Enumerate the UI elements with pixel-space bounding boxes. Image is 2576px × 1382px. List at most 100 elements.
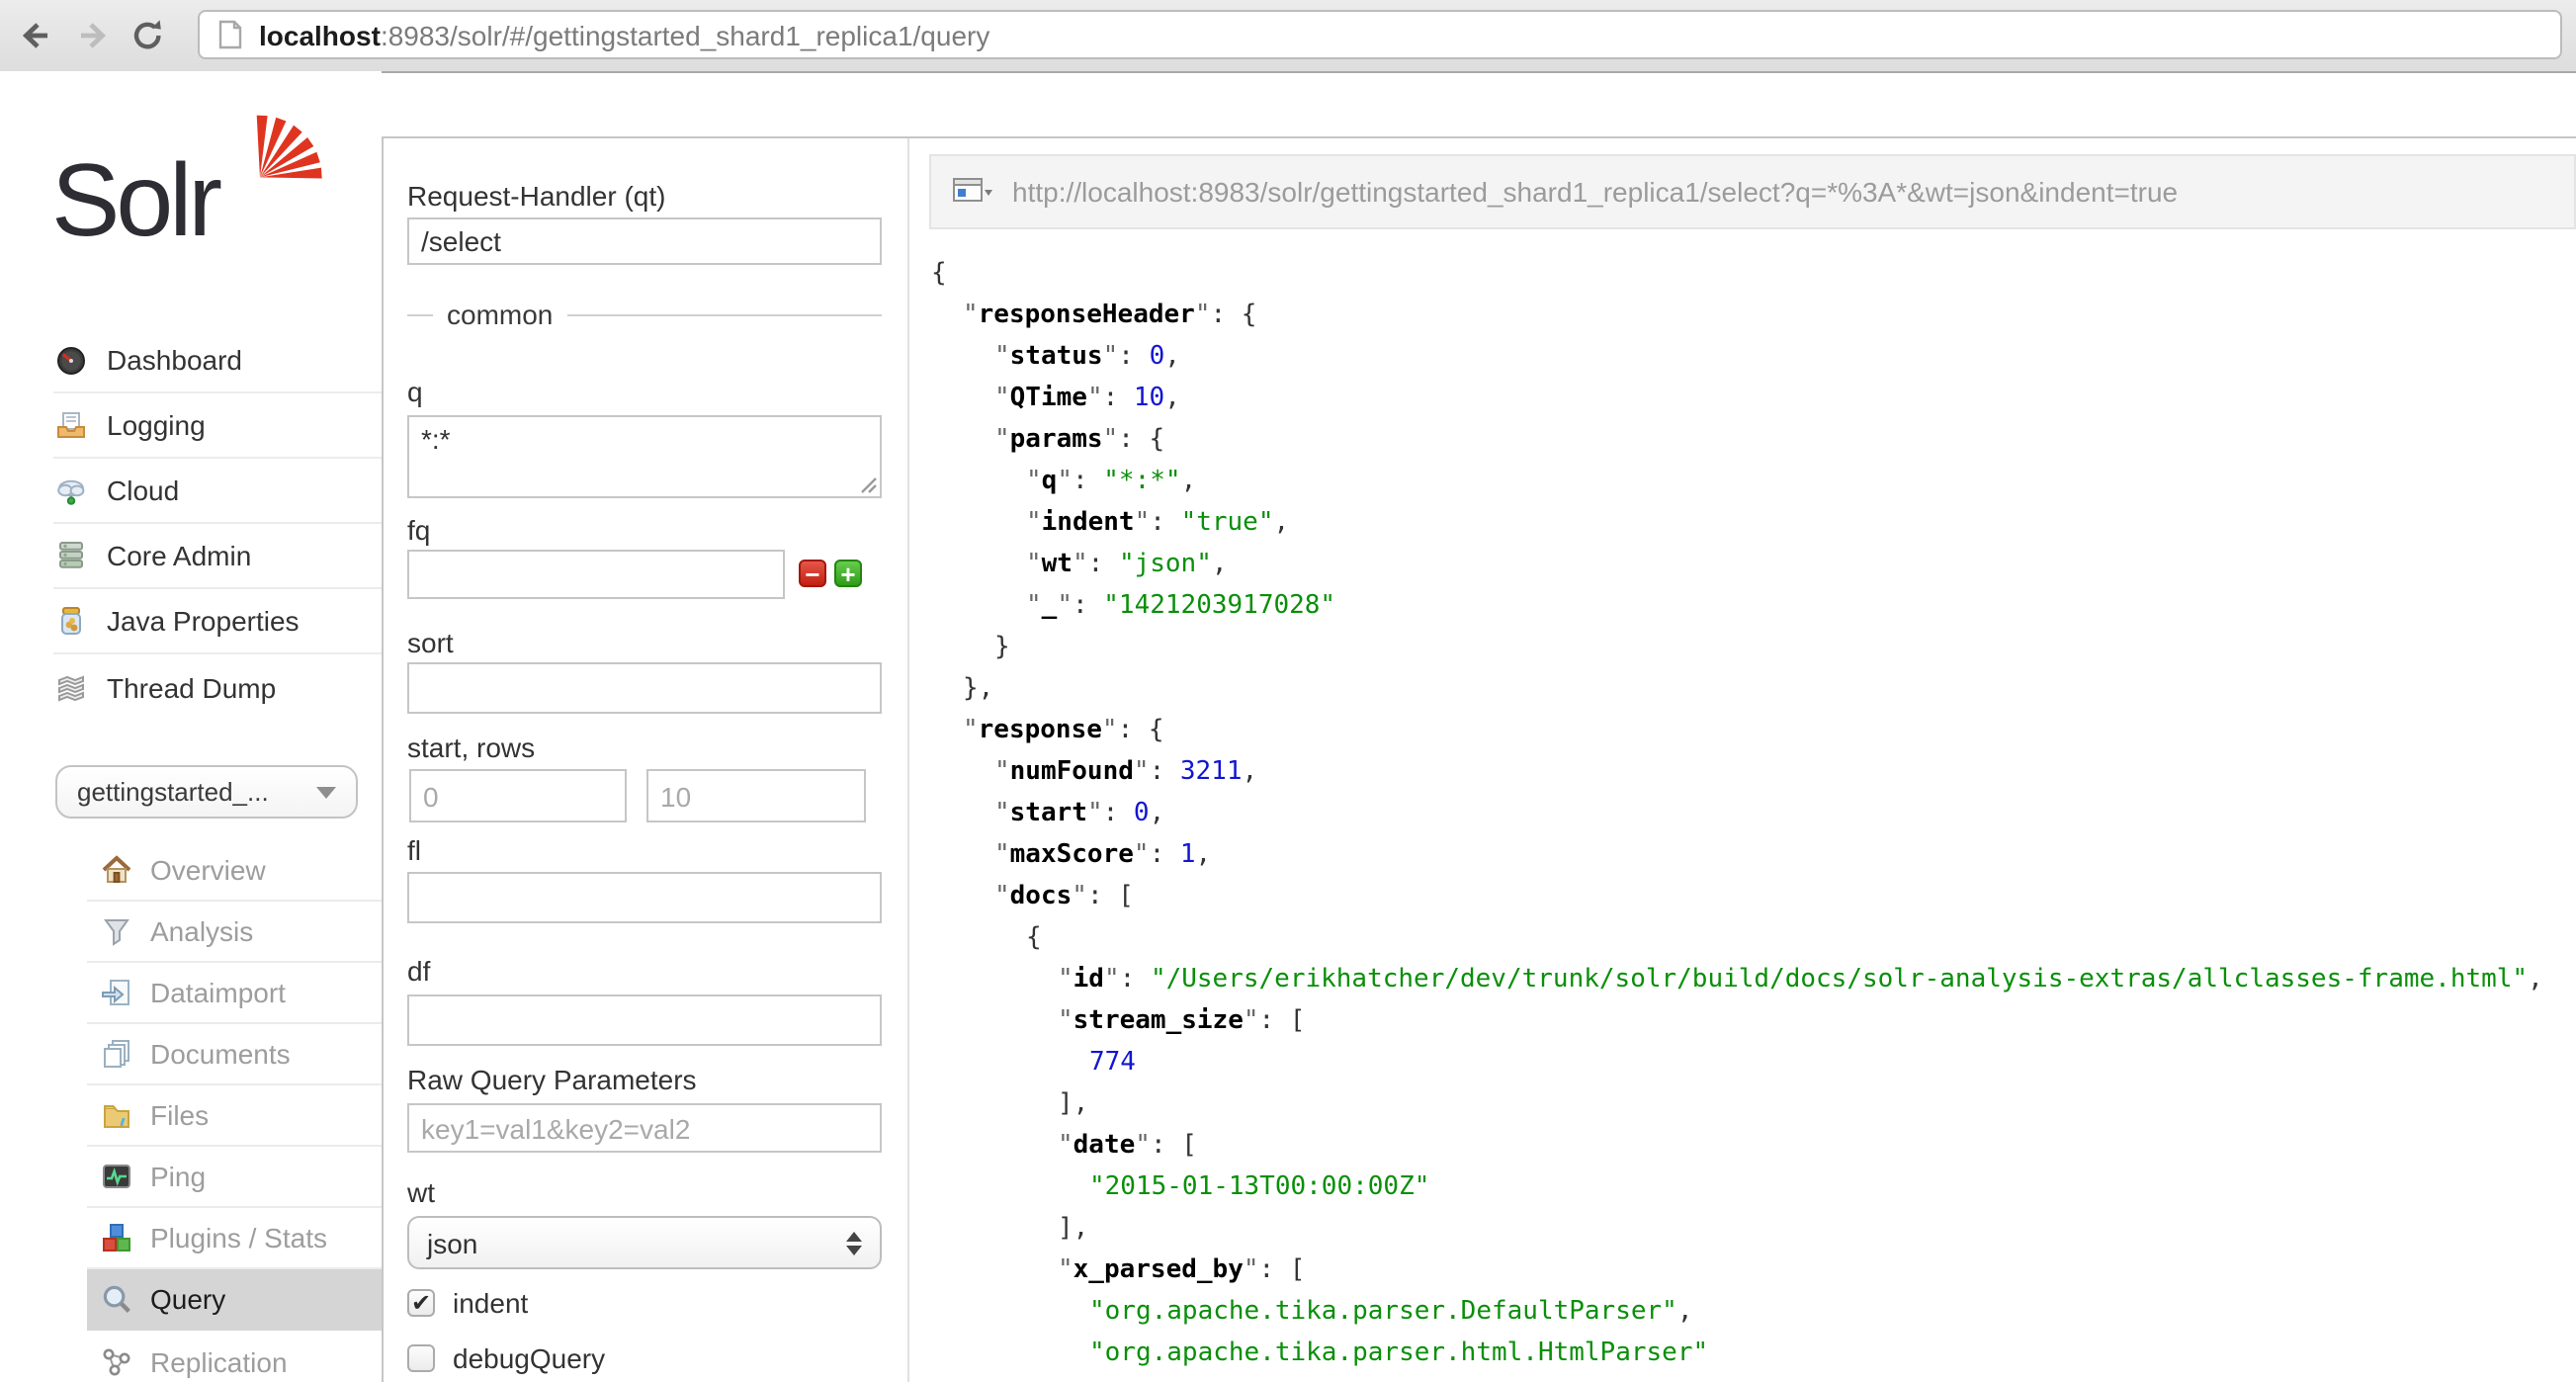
json-line: "wt": "json",	[931, 544, 2576, 585]
reload-icon	[129, 16, 168, 55]
json-line: "x_parsed_by": [	[931, 1250, 2576, 1291]
browser-back-button[interactable]	[14, 14, 57, 57]
core-menu-item-label: Ping	[150, 1161, 206, 1192]
address-url: localhost:8983/solr/#/gettingstarted_sha…	[259, 19, 989, 50]
json-line: {	[931, 917, 2576, 959]
raw-query-params-input[interactable]	[407, 1103, 882, 1153]
json-line: "status": 0,	[931, 336, 2576, 378]
sidebar-item-thread-dump[interactable]: Thread Dump	[53, 654, 382, 720]
q-textarea[interactable]	[407, 415, 882, 498]
sidebar-item-label: Dashboard	[107, 344, 242, 376]
json-line: ],	[931, 1208, 2576, 1250]
core-menu-item-query[interactable]: Query	[87, 1269, 382, 1331]
sidebar-item-core-admin[interactable]: Core Admin	[53, 524, 382, 589]
wt-select-value: json	[427, 1227, 846, 1258]
core-menu-item-label: Query	[150, 1283, 225, 1315]
json-line: "numFound": 3211,	[931, 751, 2576, 793]
start-rows-label: start, rows	[407, 732, 535, 763]
remove-fq-button[interactable]: −	[799, 560, 826, 587]
response-url-text: http://localhost:8983/solr/gettingstarte…	[1012, 176, 2178, 208]
core-menu-item-analysis[interactable]: Analysis	[87, 902, 382, 963]
core-selector-dropdown[interactable]: gettingstarted_...	[55, 765, 358, 819]
json-line: },	[931, 668, 2576, 710]
json-line: "date": [	[931, 1125, 2576, 1166]
plugins-icon	[99, 1221, 132, 1254]
indent-checkbox-row[interactable]: ✔ indent	[407, 1287, 528, 1319]
core-menu-item-label: Dataimport	[150, 977, 286, 1008]
dashboard-icon	[53, 343, 87, 377]
sort-label: sort	[407, 627, 454, 658]
back-arrow-icon	[16, 16, 55, 55]
core-menu-item-documents[interactable]: Documents	[87, 1024, 382, 1085]
raw-query-params-label: Raw Query Parameters	[407, 1064, 697, 1095]
json-line: "docs": [	[931, 876, 2576, 917]
browser-forward-button[interactable]	[71, 14, 115, 57]
json-line: "responseHeader": {	[931, 295, 2576, 336]
response-url-bar[interactable]: http://localhost:8983/solr/gettingstarte…	[929, 154, 2576, 229]
json-line: }	[931, 627, 2576, 668]
wt-label: wt	[407, 1176, 435, 1208]
main-content: Request-Handler (qt) common q fq − + sor…	[382, 136, 2576, 1382]
java-properties-icon	[53, 604, 87, 638]
funnel-icon	[99, 914, 132, 948]
json-line: "org.apache.tika.parser.DefaultParser",	[931, 1291, 2576, 1333]
json-line: "q": "*:*",	[931, 461, 2576, 502]
browser-reload-button[interactable]	[127, 14, 170, 57]
debugquery-checkbox-row[interactable]: debugQuery	[407, 1342, 605, 1374]
indent-checkbox[interactable]: ✔	[407, 1289, 435, 1317]
section-common-label: common	[447, 299, 553, 330]
fq-input[interactable]	[407, 550, 785, 599]
rows-input[interactable]	[646, 769, 866, 822]
address-bar[interactable]: localhost:8983/solr/#/gettingstarted_sha…	[198, 10, 2562, 59]
solr-logo-text: Solr	[51, 144, 218, 259]
sidebar-item-java-properties[interactable]: Java Properties	[53, 589, 382, 654]
plus-icon: +	[840, 561, 855, 586]
dataimport-icon	[99, 976, 132, 1009]
start-input[interactable]	[409, 769, 627, 822]
df-input[interactable]	[407, 994, 882, 1046]
sort-input[interactable]	[407, 662, 882, 714]
sidebar-item-logging[interactable]: Logging	[53, 393, 382, 459]
core-menu-item-plugins-stats[interactable]: Plugins / Stats	[87, 1208, 382, 1269]
solr-sunburst-icon	[247, 111, 330, 182]
json-line: "org.apache.tika.parser.html.HtmlParser"	[931, 1333, 2576, 1374]
forward-arrow-icon	[73, 16, 113, 55]
sidebar-item-label: Cloud	[107, 475, 179, 506]
json-line: "stream_size": [	[931, 1000, 2576, 1042]
core-menu-item-dataimport[interactable]: Dataimport	[87, 963, 382, 1024]
core-admin-icon	[53, 539, 87, 572]
wt-select[interactable]: json	[407, 1216, 882, 1269]
ping-icon	[99, 1160, 132, 1193]
json-line: "QTime": 10,	[931, 378, 2576, 419]
json-line: "params": {	[931, 419, 2576, 461]
core-selector-value: gettingstarted_...	[77, 777, 316, 807]
core-menu-item-label: Replication	[150, 1345, 288, 1377]
json-line: ],	[931, 1083, 2576, 1125]
request-handler-input[interactable]	[407, 217, 882, 265]
core-menu-item-overview[interactable]: Overview	[87, 840, 382, 902]
replication-icon	[99, 1344, 132, 1378]
address-url-domain: localhost	[259, 19, 381, 50]
core-menu-item-files[interactable]: Files	[87, 1085, 382, 1147]
json-output: {"responseHeader": {"status": 0,"QTime":…	[931, 253, 2576, 1374]
fl-input[interactable]	[407, 872, 882, 923]
debugquery-checkbox[interactable]	[407, 1344, 435, 1372]
section-common: common	[407, 299, 882, 330]
solr-logo: Solr	[51, 127, 348, 285]
core-menu-item-ping[interactable]: Ping	[87, 1147, 382, 1208]
select-arrows-icon	[846, 1231, 862, 1254]
json-line: "id": "/Users/erikhatcher/dev/trunk/solr…	[931, 959, 2576, 1000]
json-line: {	[931, 253, 2576, 295]
core-menu-item-label: Plugins / Stats	[150, 1222, 327, 1253]
address-url-path: :8983/solr/#/gettingstarted_shard1_repli…	[381, 19, 989, 50]
sidebar-item-cloud[interactable]: Cloud	[53, 459, 382, 524]
sidebar-item-label: Java Properties	[107, 605, 300, 637]
folder-icon	[99, 1098, 132, 1132]
json-line: 774	[931, 1042, 2576, 1083]
core-menu-item-replication[interactable]: Replication	[87, 1331, 382, 1382]
df-label: df	[407, 955, 430, 987]
add-fq-button[interactable]: +	[834, 560, 862, 587]
json-line: "_": "1421203917028"	[931, 585, 2576, 627]
sidebar-item-dashboard[interactable]: Dashboard	[53, 328, 382, 393]
fl-label: fl	[407, 834, 421, 866]
